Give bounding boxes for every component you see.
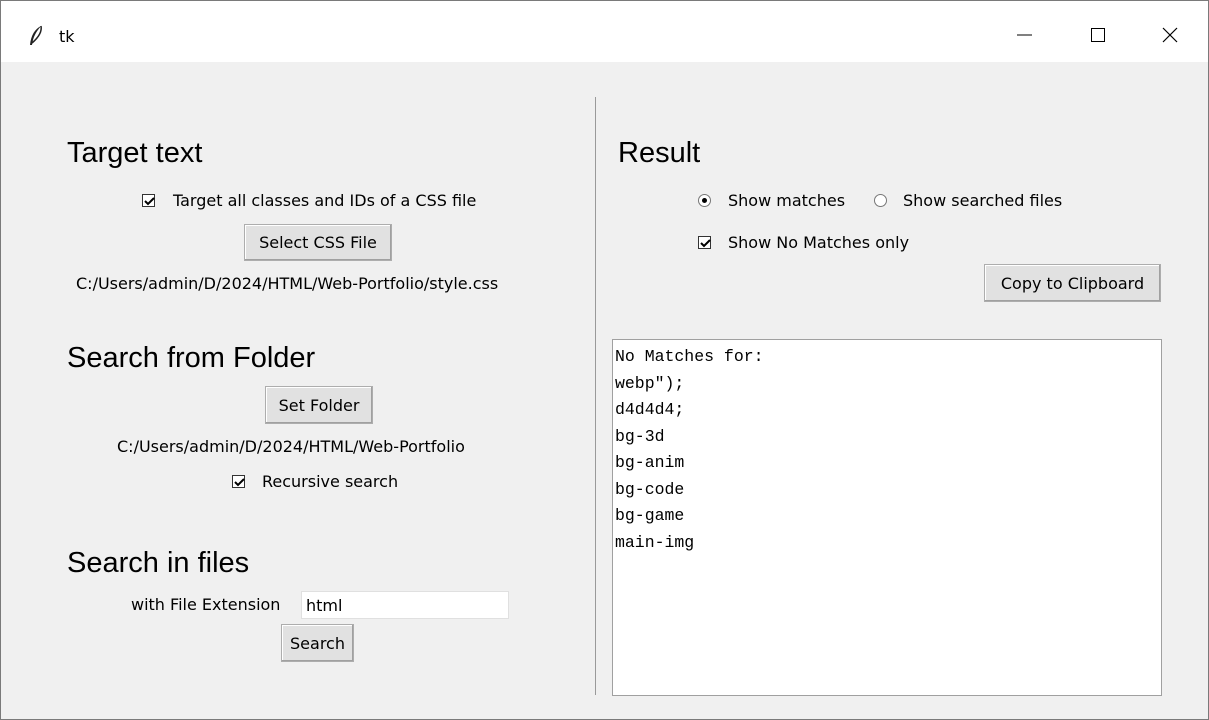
css-path-label: C:/Users/admin/D/2024/HTML/Web-Portfolio… <box>76 274 499 293</box>
recursive-label: Recursive search <box>262 472 399 491</box>
checkmark-icon <box>234 478 245 487</box>
minimize-button[interactable] <box>1001 15 1047 55</box>
result-line: bg-3d <box>615 426 665 446</box>
close-icon <box>1162 27 1178 43</box>
app-window: tk Target text Target all classes and ID… <box>0 0 1209 720</box>
extension-input[interactable] <box>301 591 509 619</box>
no-matches-only-checkbox[interactable] <box>698 236 711 249</box>
show-searched-files-radio[interactable] <box>874 194 887 207</box>
search-button[interactable]: Search <box>281 624 354 662</box>
title-bar[interactable]: tk <box>1 1 1208 62</box>
window-title: tk <box>59 27 75 46</box>
folder-path-label: C:/Users/admin/D/2024/HTML/Web-Portfolio <box>117 437 465 456</box>
show-matches-radio[interactable] <box>698 194 711 207</box>
checkmark-icon <box>700 239 711 248</box>
result-line: d4d4d4; <box>615 400 685 419</box>
maximize-icon <box>1091 28 1105 42</box>
result-line: bg-anim <box>615 453 685 472</box>
result-heading: Result <box>618 137 701 169</box>
recursive-checkbox[interactable] <box>232 475 245 488</box>
copy-to-clipboard-button[interactable]: Copy to Clipboard <box>984 264 1161 302</box>
maximize-button[interactable] <box>1075 15 1121 55</box>
target-text-heading: Target text <box>67 137 203 169</box>
minimize-icon <box>1017 34 1032 36</box>
panel-divider <box>595 97 596 695</box>
result-line: main-img <box>615 532 695 552</box>
checkmark-icon <box>144 197 155 206</box>
target-all-label: Target all classes and IDs of a CSS file <box>173 191 477 210</box>
result-line: webp"); <box>615 373 685 393</box>
select-css-button[interactable]: Select CSS File <box>244 224 392 261</box>
no-matches-only-label: Show No Matches only <box>728 233 910 252</box>
result-line: bg-code <box>615 479 685 499</box>
feather-icon <box>27 25 45 47</box>
result-line: No Matches for: <box>615 347 764 366</box>
target-all-checkbox[interactable] <box>142 194 155 207</box>
show-searched-files-label: Show searched files <box>903 191 1063 210</box>
result-line: bg-game <box>615 506 685 525</box>
extension-label: with File Extension <box>131 595 281 614</box>
show-matches-label: Show matches <box>728 191 846 210</box>
close-button[interactable] <box>1147 15 1193 55</box>
search-files-heading: Search in files <box>67 547 250 579</box>
search-folder-heading: Search from Folder <box>67 342 316 374</box>
set-folder-button[interactable]: Set Folder <box>265 386 373 424</box>
result-textbox[interactable]: No Matches for: webp"); d4d4d4; bg-3d bg… <box>612 339 1162 696</box>
